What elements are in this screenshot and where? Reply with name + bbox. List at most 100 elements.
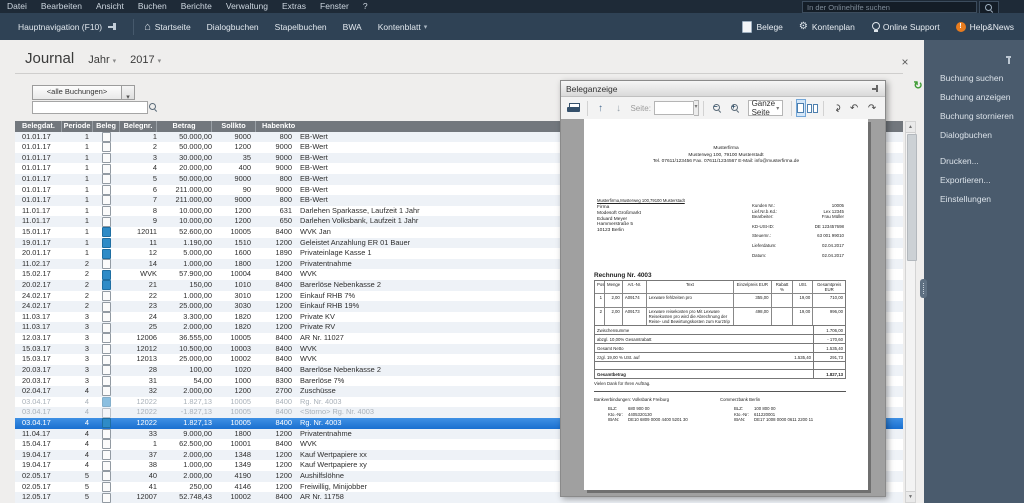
beleg-icon[interactable] xyxy=(102,407,111,418)
beleg-icon[interactable] xyxy=(102,269,111,280)
toolbar-dialogbuchen[interactable]: Dialogbuchen ▾ xyxy=(207,22,259,32)
close-journal-button[interactable] xyxy=(897,54,913,70)
next-page-button[interactable] xyxy=(610,100,626,117)
pin-icon[interactable] xyxy=(108,22,117,31)
booking-filter-dropdown-button[interactable] xyxy=(121,85,135,100)
toolbar-belege[interactable]: Belege xyxy=(742,20,783,33)
beleg-icon[interactable] xyxy=(102,206,111,217)
bank-block-left: Bankverbindungen: Volksbank Freiburg BLZ… xyxy=(594,397,688,423)
beleg-icon[interactable] xyxy=(102,259,111,270)
beleg-icon[interactable] xyxy=(102,481,111,492)
rotate-right-button[interactable] xyxy=(864,100,880,117)
rotate-left-button[interactable] xyxy=(846,100,862,117)
pin-icon[interactable] xyxy=(1004,56,1013,65)
period-dropdown[interactable]: Jahr ▾ xyxy=(88,54,116,66)
column-header-betrag[interactable]: Betrag xyxy=(157,121,212,132)
scroll-up-button[interactable]: ▲ xyxy=(906,122,915,133)
beleg-icon[interactable] xyxy=(102,375,111,386)
rotate-down-button[interactable] xyxy=(828,100,844,117)
column-header-periode[interactable]: Periode xyxy=(62,121,93,132)
page-label: Seite: xyxy=(630,103,651,113)
beleg-icon[interactable] xyxy=(102,343,111,354)
beleg-icon[interactable] xyxy=(102,142,111,153)
beleg-icon[interactable] xyxy=(102,333,111,344)
scroll-down-button[interactable]: ▼ xyxy=(906,491,915,502)
menu-hilfe[interactable]: ? xyxy=(356,0,375,13)
beleg-icon[interactable] xyxy=(102,471,111,482)
beleg-icon[interactable] xyxy=(102,195,111,206)
beleg-icon[interactable] xyxy=(102,386,111,397)
sidebar-resize-grip[interactable] xyxy=(920,279,927,298)
sidebar-item-drucken[interactable]: Drucken... xyxy=(924,151,1024,170)
menu-buchen[interactable]: Buchen xyxy=(131,0,174,13)
menu-verwaltung[interactable]: Verwaltung xyxy=(219,0,275,13)
hauptnavigation-button[interactable]: Hauptnavigation (F10) xyxy=(18,22,102,32)
beleg-icon[interactable] xyxy=(102,153,111,164)
journal-search-input[interactable] xyxy=(32,101,148,114)
menu-datei[interactable]: Datei xyxy=(0,0,34,13)
beleg-icon[interactable] xyxy=(102,492,111,503)
zoom-out-button[interactable] xyxy=(709,100,725,117)
beleg-icon[interactable] xyxy=(102,131,111,142)
beleg-icon[interactable] xyxy=(102,216,111,227)
refresh-button[interactable] xyxy=(911,79,925,93)
document-viewport[interactable]: Musterfirma Musterweg 100, 79100 Musterst… xyxy=(561,119,885,496)
beleg-icon[interactable] xyxy=(102,174,111,185)
toolbar-bwa[interactable]: BWA ▾ xyxy=(343,22,362,32)
beleg-icon[interactable] xyxy=(102,322,111,333)
toolbar-kontenblatt[interactable]: Kontenblatt ▾ xyxy=(378,22,428,32)
beleg-icon[interactable] xyxy=(102,354,111,365)
toolbar-startseite[interactable]: Startseite ▾ xyxy=(144,22,191,32)
menu-bearbeiten[interactable]: Bearbeiten xyxy=(34,0,89,13)
beleg-icon[interactable] xyxy=(102,439,111,450)
toolbar-stapelbuchen[interactable]: Stapelbuchen ▾ xyxy=(275,22,327,32)
beleg-icon[interactable] xyxy=(102,301,111,312)
online-help-search-input[interactable] xyxy=(802,1,977,13)
pin-icon[interactable] xyxy=(871,84,880,93)
menu-fenster[interactable]: Fenster xyxy=(313,0,356,13)
two-page-view-button[interactable] xyxy=(806,99,819,117)
previous-page-button[interactable] xyxy=(592,100,608,117)
beleg-icon[interactable] xyxy=(102,227,111,238)
column-header-belegnr[interactable]: Belegnr. xyxy=(120,121,157,132)
menu-ansicht[interactable]: Ansicht xyxy=(89,0,131,13)
page-number-input[interactable] xyxy=(653,101,694,115)
table-scrollbar[interactable]: ▲ ▼ xyxy=(905,121,917,503)
beleg-icon[interactable] xyxy=(102,418,111,429)
sidebar-item-buchung-anzeigen[interactable]: Buchung anzeigen xyxy=(924,87,1024,106)
sidebar-item-buchung-suchen[interactable]: Buchung suchen xyxy=(924,68,1024,87)
scrollbar-thumb[interactable] xyxy=(906,134,917,261)
single-page-view-button[interactable] xyxy=(795,99,806,117)
zoom-in-button[interactable] xyxy=(727,100,743,117)
year-dropdown[interactable]: 2017 ▾ xyxy=(130,54,161,66)
column-header-beleg[interactable]: Beleg xyxy=(93,121,120,132)
beleg-icon[interactable] xyxy=(102,248,111,259)
beleganzeige-titlebar[interactable]: Beleganzeige xyxy=(561,81,885,97)
menu-berichte[interactable]: Berichte xyxy=(174,0,219,13)
sidebar-item-buchung-stornieren[interactable]: Buchung stornieren xyxy=(924,106,1024,125)
sidebar-item-exportieren[interactable]: Exportieren... xyxy=(924,170,1024,189)
beleg-icon[interactable] xyxy=(102,365,111,376)
toolbar-kontenplan[interactable]: Kontenplan xyxy=(799,21,855,32)
beleg-icon[interactable] xyxy=(102,460,111,471)
sidebar-item-dialogbuchen[interactable]: Dialogbuchen xyxy=(924,125,1024,144)
print-button[interactable] xyxy=(566,100,582,117)
beleg-icon[interactable] xyxy=(102,163,111,174)
beleg-icon[interactable] xyxy=(102,428,111,439)
beleg-icon[interactable] xyxy=(102,397,111,408)
booking-filter-select[interactable]: <alle Buchungen> xyxy=(32,85,122,100)
column-header-belegdat[interactable]: Belegdat. xyxy=(15,121,62,132)
beleg-icon[interactable] xyxy=(102,237,111,248)
beleg-icon[interactable] xyxy=(102,312,111,323)
page-dropdown-button[interactable] xyxy=(693,100,700,116)
beleg-icon[interactable] xyxy=(102,290,111,301)
menu-extras[interactable]: Extras xyxy=(275,0,313,13)
beleg-icon[interactable] xyxy=(102,280,111,291)
zoom-level-select[interactable]: Ganze Seite ▾ xyxy=(747,99,784,117)
beleg-icon[interactable] xyxy=(102,184,111,195)
toolbar-online-support[interactable]: Online Support xyxy=(871,21,940,32)
column-header-sollkto[interactable]: Sollkto xyxy=(212,121,256,132)
sidebar-item-einstellungen[interactable]: Einstellungen xyxy=(924,189,1024,208)
toolbar-help-news[interactable]: Help&News xyxy=(955,21,1014,32)
beleg-icon[interactable] xyxy=(102,450,111,461)
